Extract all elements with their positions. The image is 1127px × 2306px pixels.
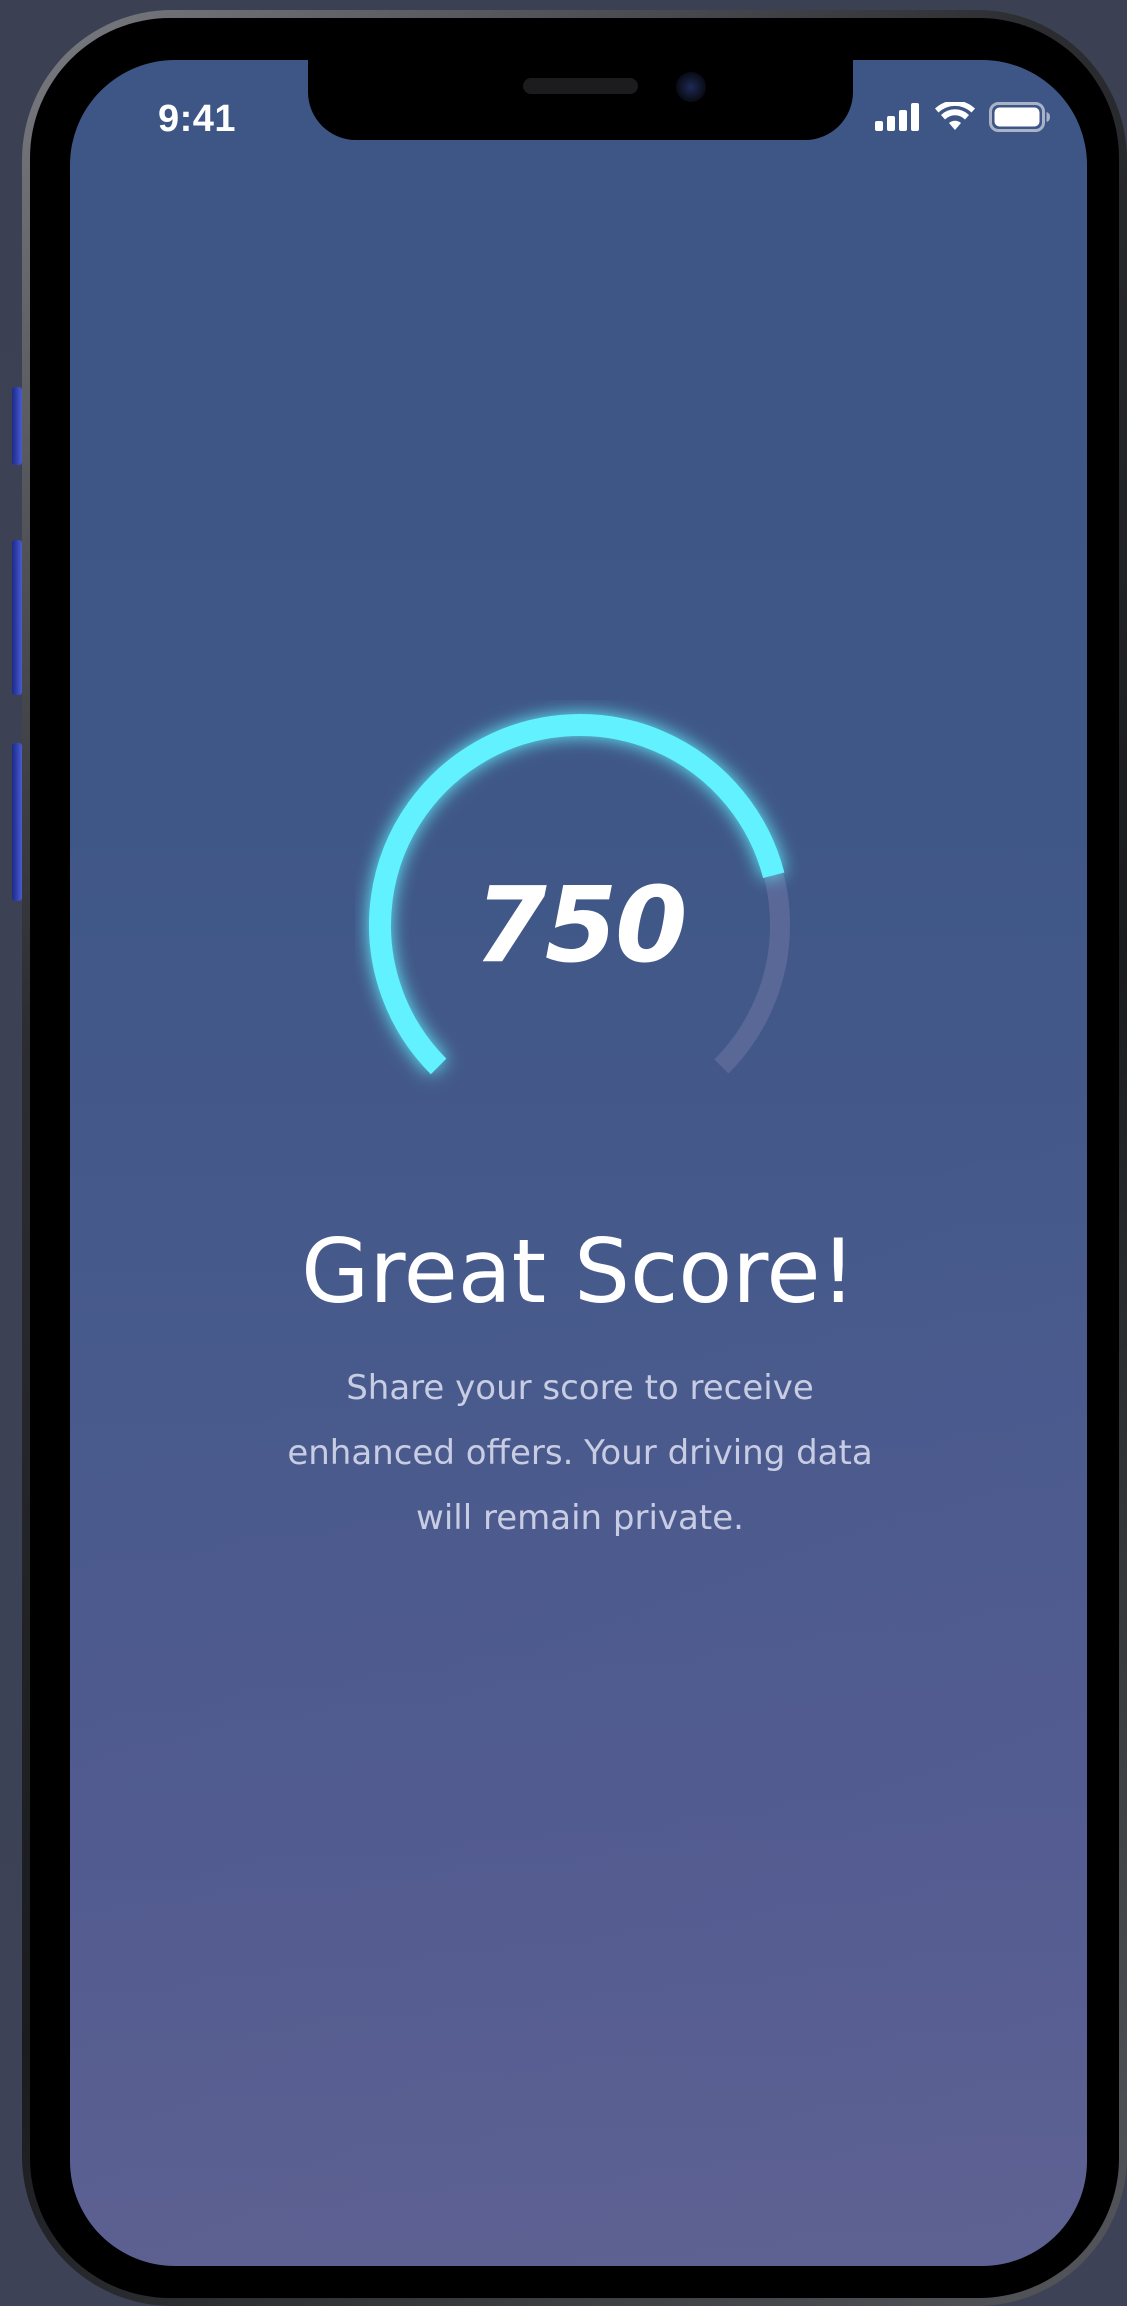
result-headline: Great Score! — [301, 1220, 856, 1323]
wifi-icon — [935, 102, 975, 130]
description-line: will remain private. — [416, 1498, 744, 1538]
speaker-grille — [523, 78, 638, 94]
score-value: 750 — [474, 864, 687, 986]
notch — [308, 60, 853, 140]
phone-screen: 9:41 750 Great Score! Share your score t… — [70, 60, 1087, 2266]
description-line: enhanced offers. Your driving data — [287, 1433, 873, 1473]
score-gauge: 750 — [355, 700, 805, 1150]
device-stage: 9:41 750 Great Score! Share your score t… — [0, 0, 1127, 2306]
status-icons — [875, 102, 1051, 132]
description-line: Share your score to receive — [346, 1368, 814, 1408]
battery-icon — [989, 102, 1050, 132]
silent-switch — [12, 387, 22, 465]
front-camera — [676, 72, 706, 102]
volume-down-button — [12, 743, 22, 901]
status-time: 9:41 — [158, 98, 237, 140]
cellular-signal-icon — [875, 103, 919, 131]
result-description: Share your score to receive enhanced off… — [260, 1356, 900, 1551]
volume-up-button — [12, 540, 22, 695]
